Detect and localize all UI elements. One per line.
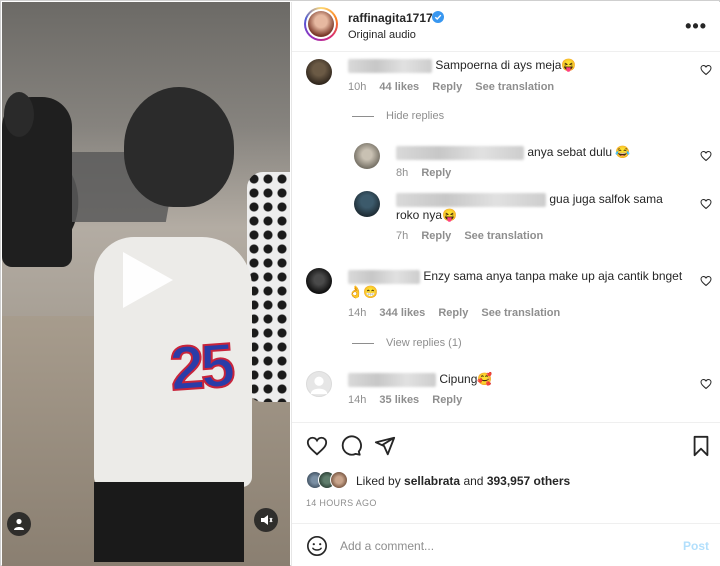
comment-time: 7h xyxy=(396,230,409,242)
volume-icon[interactable] xyxy=(254,508,278,532)
reply-button[interactable]: Reply xyxy=(438,307,468,319)
see-translation-button[interactable]: See translation xyxy=(481,307,560,319)
comment-likes[interactable]: 344 likes xyxy=(379,307,425,319)
play-icon[interactable] xyxy=(115,248,179,312)
comment-list[interactable]: Sampoerna di ays meja😝 10h 44 likes Repl… xyxy=(292,53,720,421)
user-tag-icon[interactable] xyxy=(7,512,31,536)
reply-button[interactable]: Reply xyxy=(421,167,451,179)
comment-avatar[interactable] xyxy=(354,191,380,217)
liker-username[interactable]: sellabrata xyxy=(404,474,460,488)
comment-like-icon[interactable] xyxy=(700,64,712,76)
verified-icon xyxy=(432,11,444,23)
comment-composer: Post xyxy=(292,523,720,566)
likes-count[interactable]: 393,957 others xyxy=(487,474,570,488)
bookmark-icon[interactable] xyxy=(690,435,712,457)
comment-likes[interactable]: 35 likes xyxy=(379,394,419,406)
comment-avatar[interactable] xyxy=(306,268,332,294)
avatar[interactable] xyxy=(304,7,338,41)
blurred-username xyxy=(348,372,436,387)
comment-text: anya sebat dulu 😂 xyxy=(396,145,630,160)
liker-avatars[interactable] xyxy=(306,471,354,489)
comment-time: 14h xyxy=(348,307,367,319)
instagram-post-window: 25 raffinagita1717 Original audio ••• Sa… xyxy=(0,0,720,566)
comment-time: 14h xyxy=(348,394,367,406)
comment-meta: 14h 344 likes Reply See translation xyxy=(348,307,570,319)
blurred-username xyxy=(348,58,432,73)
post-header: raffinagita1717 Original audio ••• xyxy=(292,2,720,52)
blurred-username xyxy=(396,145,524,160)
comment-avatar[interactable] xyxy=(306,59,332,85)
username-link[interactable]: raffinagita1717 xyxy=(348,11,433,25)
see-translation-button[interactable]: See translation xyxy=(475,81,554,93)
comment-text-continued: 👌😁 xyxy=(348,285,378,299)
blurred-username xyxy=(348,269,420,284)
comment-meta: 10h 44 likes Reply See translation xyxy=(348,81,564,93)
comment-text: Cipung🥰 xyxy=(348,372,492,387)
post-panel: raffinagita1717 Original audio ••• Sampo… xyxy=(291,2,720,566)
comment-avatar[interactable] xyxy=(306,371,332,397)
comment-like-icon[interactable] xyxy=(700,150,712,162)
comment-avatar[interactable] xyxy=(354,143,380,169)
comment-meta: 8h Reply xyxy=(396,167,461,179)
comment-icon[interactable] xyxy=(340,435,362,457)
likes-summary: Liked by sellabrata and 393,957 others xyxy=(356,474,571,488)
audio-label[interactable]: Original audio xyxy=(348,29,416,41)
comment-meta: 14h 35 likes Reply xyxy=(348,394,472,406)
comment-meta: 7h Reply See translation xyxy=(396,230,553,242)
comment-text-continued: roko nya😝 xyxy=(396,208,457,222)
more-options-icon[interactable]: ••• xyxy=(685,16,707,37)
comment-time: 8h xyxy=(396,167,409,179)
reply-button[interactable]: Reply xyxy=(421,230,451,242)
comment-time: 10h xyxy=(348,81,367,93)
comment-likes[interactable]: 44 likes xyxy=(379,81,419,93)
comment-input[interactable] xyxy=(340,535,660,557)
comment-text: gua juga salfok sama xyxy=(396,192,663,207)
comment-like-icon[interactable] xyxy=(700,198,712,210)
action-bar: Liked by sellabrata and 393,957 others 1… xyxy=(292,422,720,522)
heart-icon[interactable] xyxy=(306,435,328,457)
share-icon[interactable] xyxy=(374,435,396,457)
video-player[interactable]: 25 xyxy=(2,2,290,566)
comment-like-icon[interactable] xyxy=(700,275,712,287)
post-timestamp[interactable]: 14 HOURS AGO xyxy=(306,498,377,508)
comment-text: Sampoerna di ays meja😝 xyxy=(348,58,576,73)
view-replies-toggle[interactable]: View replies (1) xyxy=(352,337,462,349)
reply-button[interactable]: Reply xyxy=(432,81,462,93)
comment-like-icon[interactable] xyxy=(700,378,712,390)
emoji-icon[interactable] xyxy=(306,535,328,557)
hide-replies-toggle[interactable]: Hide replies xyxy=(352,110,444,122)
post-button[interactable]: Post xyxy=(683,539,709,553)
blurred-username xyxy=(396,192,546,207)
comment-text: Enzy sama anya tanpa make up aja cantik … xyxy=(348,269,682,284)
reply-button[interactable]: Reply xyxy=(432,394,462,406)
see-translation-button[interactable]: See translation xyxy=(464,230,543,242)
